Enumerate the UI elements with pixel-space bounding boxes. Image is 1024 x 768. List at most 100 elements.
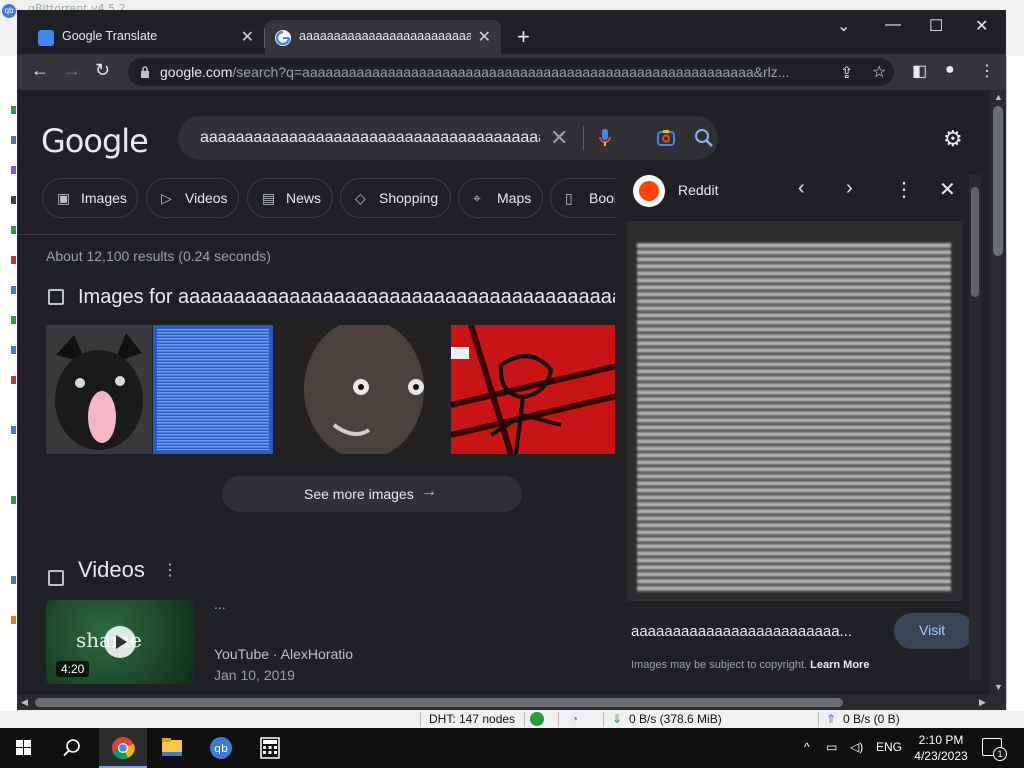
search-icon [63, 739, 80, 757]
upload-arrow-icon: ⇑ [826, 712, 837, 726]
side-panel-icon[interactable]: ◧ [912, 61, 927, 81]
taskbar-chrome[interactable] [99, 728, 147, 768]
videos-more-kebab-icon[interactable]: ⋮ [162, 560, 178, 580]
clock-date: 4/23/2023 [914, 749, 968, 763]
search-query-text[interactable]: aaaaaaaaaaaaaaaaaaaaaaaaaaaaaaaaaaaaaaaa… [200, 129, 540, 147]
tab-google-search[interactable]: aaaaaaaaaaaaaaaaaaaaaaaaaaaaaaaaaaaaaaaa… [265, 20, 501, 54]
learn-more-link[interactable]: Learn More [810, 659, 869, 671]
clock-time: 2:10 PM [918, 733, 964, 747]
taskbar-qbittorrent[interactable]: qb [197, 728, 245, 768]
download-arrow-icon: ⇓ [612, 712, 623, 726]
forward-arrow-icon[interactable]: → [63, 60, 81, 81]
image-result-text-document[interactable] [153, 325, 273, 454]
chip-news[interactable]: ▤ News [247, 178, 333, 218]
visit-button[interactable]: Visit [894, 613, 974, 649]
share-icon[interactable]: ⇪ [840, 63, 853, 83]
maximize-icon[interactable]: ☐ [929, 16, 943, 36]
tab-label: aaaaaaaaaaaaaaaaaaaaaaaaaaaaaaaaaaaaaaaa… [299, 29, 471, 43]
windows-logo-icon [16, 740, 31, 755]
google-logo[interactable]: Google [41, 122, 149, 160]
preview-image[interactable] [627, 221, 963, 601]
close-window-icon[interactable]: ✕ [975, 16, 988, 36]
play-icon[interactable] [104, 626, 136, 658]
tab-google-translate[interactable]: Google Translate ✕ [28, 20, 264, 54]
image-result-cat[interactable] [46, 325, 152, 454]
search-box[interactable]: aaaaaaaaaaaaaaaaaaaaaaaaaaaaaaaaaaaaaaaa… [178, 116, 718, 160]
chip-maps[interactable]: ⌖ Maps [458, 178, 543, 218]
image-result-face[interactable] [274, 325, 447, 454]
taskbar-search-button[interactable] [48, 728, 96, 768]
video-thumbnail[interactable]: shame 4:20 [46, 600, 194, 684]
network-icon[interactable]: ▭ [826, 740, 837, 754]
image-result-red-drawing[interactable] [451, 325, 621, 454]
svg-text:qb: qb [214, 742, 228, 755]
url-text: google.com/search?q=aaaaaaaaaaaaaaaaaaaa… [160, 64, 790, 80]
browser-toolbar: ← → ↻ google.com/search?q=aaaaaaaaaaaaaa… [17, 54, 1006, 90]
show-hidden-icons-chevron-icon[interactable]: ^ [804, 740, 810, 754]
close-tab-icon[interactable]: ✕ [478, 27, 491, 47]
book-icon: ▯ [565, 190, 573, 206]
videos-heading[interactable]: Videos [78, 557, 145, 583]
lens-camera-icon[interactable] [656, 128, 676, 148]
qbittorrent-icon: qb [210, 737, 232, 759]
chip-images[interactable]: ▣ Images [42, 178, 138, 218]
connection-status-icon[interactable] [530, 712, 544, 726]
lock-icon [141, 66, 149, 78]
search-results-page: Google aaaaaaaaaaaaaaaaaaaaaaaaaaaaaaaaa… [17, 90, 990, 695]
profile-icon[interactable]: ● [945, 61, 955, 79]
chrome-window: Google Translate ✕ aaaaaaaaaaaaaaaaaaaaa… [17, 10, 1006, 710]
chrome-icon [112, 737, 135, 760]
preview-source[interactable]: Reddit [678, 182, 718, 198]
result-stats: About 12,100 results (0.24 seconds) [46, 248, 271, 264]
background-app-right-edge [1006, 56, 1024, 711]
previous-image-chevron-icon[interactable]: ‹ [798, 177, 805, 200]
google-translate-favicon-icon [38, 30, 54, 46]
address-bar[interactable]: google.com/search?q=aaaaaaaaaaaaaaaaaaaa… [128, 58, 894, 86]
images-heading[interactable]: Images for aaaaaaaaaaaaaaaaaaaaaaaaaaaaa… [78, 286, 701, 309]
close-preview-icon[interactable]: ✕ [939, 177, 956, 202]
chip-videos[interactable]: ▷ Videos [146, 178, 239, 218]
background-app-left-toolbar [0, 56, 18, 711]
speed-limit-icon[interactable]: ◔ [571, 712, 578, 726]
volume-icon[interactable]: ◁) [850, 740, 863, 754]
input-language[interactable]: ENG [876, 740, 902, 754]
qbittorrent-status-bar: DHT: 147 nodes ◔ ⇓ 0 B/s (378.6 MiB) ⇑ 0… [18, 709, 1006, 728]
image-icon: ▣ [57, 190, 71, 206]
bookmark-star-icon[interactable]: ☆ [872, 62, 886, 82]
image-preview-panel: Reddit ‹ › ⋮ ✕ aaaaaaaaaaaaaaaaaaaaaaaaa… [615, 165, 990, 695]
preview-scrollbar[interactable] [969, 175, 981, 680]
page-vertical-scrollbar[interactable]: ▲ ▼ [990, 90, 1006, 695]
preview-more-kebab-icon[interactable]: ⋮ [894, 177, 914, 202]
notifications-icon[interactable]: 1 [982, 738, 1007, 761]
minimize-icon[interactable]: — [885, 16, 901, 34]
taskbar-file-explorer[interactable] [148, 728, 196, 768]
system-clock[interactable]: 2:10 PM 4/23/2023 [906, 732, 976, 764]
see-more-images-button[interactable]: See more images → [222, 476, 522, 512]
upload-speed: 0 B/s (0 B) [843, 712, 900, 726]
page-horizontal-scrollbar[interactable]: ◀ ▶ [17, 695, 1006, 710]
calculator-icon [260, 737, 280, 759]
close-tab-icon[interactable]: ✕ [241, 27, 254, 47]
voice-search-mic-icon[interactable] [598, 128, 612, 148]
video-date: Jan 10, 2019 [214, 667, 295, 683]
video-title-link[interactable]: ... [214, 596, 226, 612]
reload-icon[interactable]: ↻ [95, 60, 110, 81]
map-pin-icon: ⌖ [473, 190, 481, 206]
chip-shopping[interactable]: ◇ Shopping [340, 178, 451, 218]
back-arrow-icon[interactable]: ← [31, 60, 49, 81]
new-tab-plus-icon[interactable]: + [517, 24, 530, 50]
tab-search-chevron-icon[interactable]: ⌄ [837, 16, 850, 36]
images-section-icon [48, 289, 64, 305]
menu-kebab-icon[interactable]: ⋮ [979, 61, 995, 81]
search-icon[interactable] [694, 128, 714, 148]
next-image-chevron-icon[interactable]: › [846, 177, 853, 200]
start-button[interactable] [0, 728, 48, 768]
settings-gear-icon[interactable]: ⚙ [943, 126, 963, 152]
video-source: YouTube · AlexHoratio [214, 646, 354, 662]
windows-taskbar: qb ^ ▭ ◁) ENG 2:10 PM 4/23/2023 1 [0, 728, 1024, 768]
notification-count-badge: 1 [993, 747, 1007, 761]
taskbar-calculator[interactable] [246, 728, 294, 768]
preview-caption[interactable]: aaaaaaaaaaaaaaaaaaaaaaaaa... [631, 623, 883, 640]
video-icon: ▷ [161, 190, 172, 206]
clear-search-icon[interactable]: ✕ [550, 125, 568, 151]
